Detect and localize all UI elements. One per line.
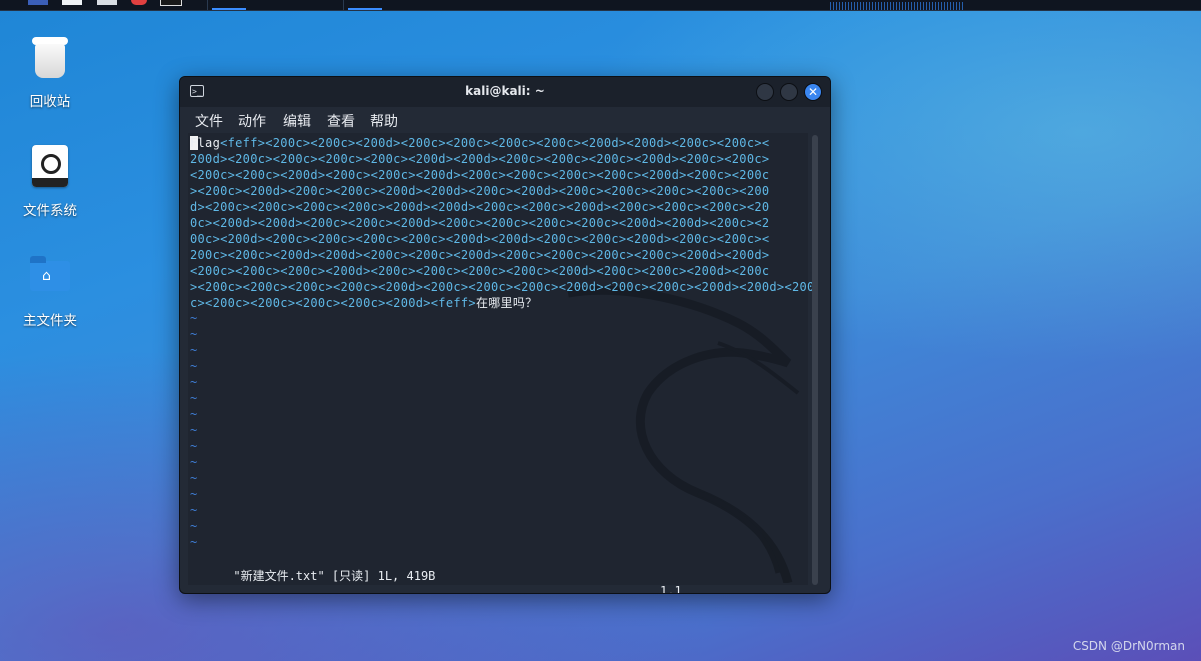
- menu-file[interactable]: 文件: [195, 111, 223, 131]
- window-title: kali@kali: ~: [465, 84, 545, 98]
- tilde-marker: ~: [190, 519, 198, 533]
- desktop-icon-filesystem[interactable]: 文件系统: [5, 143, 95, 219]
- terminal-content[interactable]: Flag<feff><200c><200c><200d><200c><200c>…: [188, 133, 814, 593]
- tilde-marker: ~: [190, 455, 198, 469]
- line-segment: <200c><200c><200d><200c><200c><200d><200…: [190, 168, 770, 182]
- taskbar-item-2[interactable]: [343, 0, 464, 10]
- desktop-icon-label: 主文件夹: [23, 313, 77, 329]
- desktop-icon-label: 回收站: [29, 94, 71, 110]
- line-segment: lag<feff><200c><200c><200d><200c><200c><…: [197, 136, 770, 150]
- text-line: 200c><200c><200d><200d><200c><200c><200d…: [190, 247, 769, 263]
- line-segment: ><200c><200d><200c><200c><200d><200d><20…: [190, 184, 770, 198]
- maximize-button[interactable]: [780, 83, 798, 101]
- desktop-icon-trash[interactable]: 回收站: [5, 34, 95, 110]
- kali-dragon-watermark: [567, 285, 800, 583]
- tilde-marker: ~: [190, 343, 198, 357]
- text-line: 0c><200d><200d><200c><200c><200d><200c><…: [190, 215, 769, 231]
- tilde-marker: ~: [190, 407, 198, 421]
- menu-edit[interactable]: 编辑: [283, 111, 311, 131]
- red-app-icon[interactable]: [131, 0, 147, 5]
- terminal-window[interactable]: >_ kali@kali: ~ ✕ 文件 动作 编辑 查看 帮助 Flag<fe…: [179, 76, 831, 594]
- status-cursor-position: 1,1: [660, 584, 682, 594]
- text-line: 200d><200c><200c><200c><200c><200d><200d…: [190, 151, 769, 167]
- text-line: d><200c><200c><200c><200c><200d><200d><2…: [190, 199, 769, 215]
- menu-help[interactable]: 帮助: [370, 111, 398, 131]
- file-manager-icon[interactable]: [62, 0, 82, 5]
- menu-view[interactable]: 查看: [327, 111, 355, 131]
- menubar: 文件 动作 编辑 查看 帮助: [180, 107, 830, 131]
- text-line: c><200c><200c><200c><200c><200d><feff>在哪…: [190, 295, 537, 311]
- tilde-marker: ~: [190, 359, 198, 373]
- menu-action[interactable]: 动作: [238, 111, 266, 131]
- scrollbar[interactable]: [812, 135, 818, 585]
- home-folder-icon: ⌂: [26, 253, 74, 301]
- desktop-icon-label: 文件系统: [23, 203, 77, 219]
- tilde-marker: ~: [190, 375, 198, 389]
- line-segment: 200c><200c><200d><200d><200c><200c><200d…: [190, 248, 770, 262]
- tilde-marker: ~: [190, 471, 198, 485]
- text-cursor: F: [190, 136, 198, 150]
- line-segment: 0c><200d><200d><200c><200c><200d><200c><…: [190, 216, 770, 230]
- tilde-marker: ~: [190, 311, 198, 325]
- tilde-marker: ~: [190, 487, 198, 501]
- text-line: <200c><200c><200c><200d><200c><200c><200…: [190, 263, 769, 279]
- line-segment: <200c><200c><200c><200d><200c><200c><200…: [190, 264, 770, 278]
- text-line: ><200c><200c><200c><200c><200d><200c><20…: [190, 279, 815, 295]
- desktop-icon-home[interactable]: ⌂ 主文件夹: [5, 253, 95, 329]
- line-segment: 200d><200c><200c><200c><200c><200d><200d…: [190, 152, 770, 166]
- text-line: ><200c><200d><200c><200c><200d><200d><20…: [190, 183, 769, 199]
- status-filename: "新建文件.txt" [只读] 1L, 419B: [233, 569, 436, 583]
- line-segment: ><200c><200c><200c><200c><200d><200c><20…: [190, 280, 815, 294]
- tilde-marker: ~: [190, 503, 198, 517]
- tilde-marker: ~: [190, 423, 198, 437]
- line-segment: 00c><200d><200c><200c><200c><200c><200d>…: [190, 232, 770, 246]
- text-line: Flag<feff><200c><200c><200d><200c><200c>…: [190, 135, 769, 151]
- browser-icon[interactable]: [97, 0, 117, 5]
- line-segment: d><200c><200c><200c><200c><200d><200d><2…: [190, 200, 770, 214]
- tilde-marker: ~: [190, 439, 198, 453]
- cpu-graph: [830, 2, 965, 10]
- tilde-marker: ~: [190, 535, 198, 549]
- tilde-marker: ~: [190, 327, 198, 341]
- top-panel: [0, 0, 1201, 11]
- window-titlebar[interactable]: >_ kali@kali: ~ ✕: [180, 77, 830, 107]
- text-line: 00c><200d><200c><200c><200c><200c><200d>…: [190, 231, 769, 247]
- vim-status-line: "新建文件.txt" [只读] 1L, 419B 1,1 全部: [190, 553, 800, 594]
- disk-icon: [26, 143, 74, 191]
- trash-icon: [26, 34, 74, 82]
- csdn-watermark: CSDN @DrN0rman: [1072, 639, 1185, 653]
- taskbar-item-1[interactable]: [207, 0, 328, 10]
- terminal-launcher-icon[interactable]: [160, 0, 182, 6]
- app-menu-icon[interactable]: [28, 0, 48, 5]
- tilde-marker: ~: [190, 391, 198, 405]
- line-segment: c><200c><200c><200c><200c><200d><feff>: [190, 296, 476, 310]
- close-icon: ✕: [807, 85, 819, 99]
- line-tail-text: 在哪里吗？: [475, 296, 538, 310]
- minimize-button[interactable]: [756, 83, 774, 101]
- text-line: <200c><200c><200d><200c><200c><200d><200…: [190, 167, 769, 183]
- close-button[interactable]: ✕: [804, 83, 822, 101]
